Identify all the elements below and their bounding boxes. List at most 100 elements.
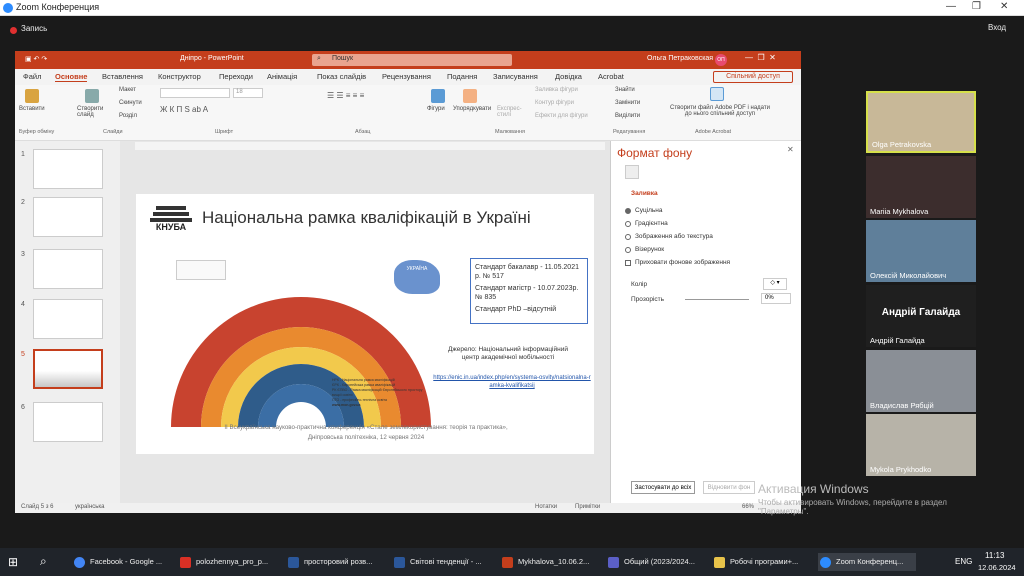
- tab-transitions[interactable]: Переходи: [219, 72, 253, 81]
- apply-to-all-button[interactable]: Застосувати до всіх: [631, 481, 695, 494]
- tab-acrobat[interactable]: Acrobat: [598, 72, 624, 81]
- tab-home[interactable]: Основне: [55, 72, 88, 82]
- tab-design[interactable]: Конструктор: [158, 72, 201, 81]
- shape-fill-button[interactable]: Заливка фігури: [535, 87, 578, 93]
- logo-text: КНУБА: [155, 222, 187, 232]
- record-label[interactable]: Запись: [21, 24, 47, 33]
- taskbar-item[interactable]: Світові тенденції - ...: [392, 553, 490, 571]
- font-size-select[interactable]: 18: [233, 88, 263, 98]
- select-button[interactable]: Виділити: [615, 113, 640, 119]
- fill-tab-icon[interactable]: [625, 165, 639, 179]
- layout-button[interactable]: Макет: [119, 87, 136, 93]
- windows-start-icon[interactable]: ⊞: [8, 555, 18, 569]
- reset-background-button[interactable]: Відновити фон: [703, 481, 755, 494]
- transparency-slider[interactable]: [685, 299, 749, 300]
- tab-help[interactable]: Довідка: [555, 72, 582, 81]
- search-box[interactable]: ⌕ Пошук: [312, 54, 512, 66]
- tab-review[interactable]: Рецензування: [382, 72, 431, 81]
- radio-solid[interactable]: [625, 208, 631, 214]
- participant-tile[interactable]: Олексій Миколайович: [866, 220, 976, 282]
- tab-record[interactable]: Записування: [493, 72, 538, 81]
- zoom-level[interactable]: 66%: [742, 504, 754, 510]
- quick-styles-button[interactable]: Експрес-стилі: [497, 106, 525, 118]
- taskbar-item-active[interactable]: Zoom Конференц...: [818, 553, 916, 571]
- search-icon[interactable]: ⌕: [40, 554, 47, 569]
- taskbar-item[interactable]: Робочі програми+...: [712, 553, 810, 571]
- taskbar-item[interactable]: просторовий розв...: [286, 553, 384, 571]
- radio-pattern[interactable]: [625, 247, 631, 253]
- maximize-icon[interactable]: ❐: [972, 1, 981, 12]
- source-link[interactable]: https://enic.in.ua/index.php/en/systema-…: [432, 374, 592, 390]
- hide-background-checkbox[interactable]: [625, 260, 631, 266]
- master-standard: Стандарт магістр - 10.07.2023р. № 835: [475, 285, 579, 301]
- taskbar: ⊞ ⌕ Facebook - Google ... polozhennya_pr…: [0, 548, 1024, 576]
- close-icon[interactable]: ✕: [1000, 1, 1008, 12]
- option-solid: Суцільна: [635, 207, 663, 214]
- radio-picture[interactable]: [625, 234, 631, 240]
- pane-close-icon[interactable]: ✕: [787, 145, 794, 154]
- adobe-pdf-icon[interactable]: [710, 87, 724, 101]
- tab-animations[interactable]: Анімація: [267, 72, 297, 81]
- font-format-buttons[interactable]: Ж К П S ab A: [160, 105, 208, 114]
- new-slide-icon[interactable]: [85, 89, 99, 103]
- replace-button[interactable]: Замінити: [615, 100, 640, 106]
- slide-thumbnail[interactable]: [33, 249, 103, 289]
- language-indicator[interactable]: ENG: [955, 557, 972, 566]
- folder-icon: [714, 557, 725, 568]
- shapes-button[interactable]: Фігури: [427, 106, 445, 112]
- slide[interactable]: КНУБА Національна рамка кваліфікацій в У…: [136, 194, 594, 454]
- new-slide-button[interactable]: Створити слайд: [77, 106, 107, 118]
- shapes-icon[interactable]: [431, 89, 445, 103]
- participant-tile[interactable]: Mykola Prykhodko: [866, 414, 976, 476]
- section-button[interactable]: Розділ: [119, 113, 137, 119]
- clock-time[interactable]: 11:13: [985, 551, 1004, 560]
- slide-thumbnail-selected[interactable]: [33, 349, 103, 389]
- participant-tile[interactable]: Андрій Галайда Андрій Галайда: [866, 285, 976, 347]
- slide-thumbnail[interactable]: [33, 299, 103, 339]
- slide-thumbnail[interactable]: [33, 402, 103, 442]
- participant-tile[interactable]: Olga Petrakovska: [866, 91, 976, 153]
- zoom-window-title: Zoom Конференция: [16, 2, 100, 12]
- radio-gradient[interactable]: [625, 221, 631, 227]
- taskbar-item[interactable]: Facebook - Google ...: [72, 553, 170, 571]
- slide-thumbnail[interactable]: [33, 197, 103, 237]
- autosave-icon[interactable]: ▣ ↶ ↷: [25, 55, 47, 63]
- reset-button[interactable]: Скинути: [119, 100, 142, 106]
- font-name-select[interactable]: [160, 88, 230, 98]
- arrange-icon[interactable]: [463, 89, 477, 103]
- option-gradient: Градієнтна: [635, 220, 668, 227]
- slide-number: 6: [21, 404, 25, 411]
- tab-insert[interactable]: Вставлення: [102, 72, 143, 81]
- exit-button[interactable]: Вход: [988, 23, 1006, 32]
- taskbar-item[interactable]: Общий (2023/2024...: [606, 553, 704, 571]
- notes-button[interactable]: Нотатки: [535, 504, 557, 510]
- share-button[interactable]: Спільний доступ: [713, 71, 793, 83]
- language-status[interactable]: українська: [75, 504, 105, 510]
- paragraph-buttons[interactable]: ☰ ☰ ≡ ≡ ≡: [327, 91, 364, 100]
- participant-tile[interactable]: Mariia Mykhalova: [866, 156, 976, 218]
- minimize-icon[interactable]: —: [946, 1, 956, 12]
- transparency-value[interactable]: 0%: [761, 293, 791, 304]
- paste-icon[interactable]: [25, 89, 39, 103]
- shape-outline-button[interactable]: Контур фігури: [535, 100, 574, 106]
- taskbar-item[interactable]: polozhennya_pro_p...: [178, 553, 276, 571]
- clock-date[interactable]: 12.06.2024: [978, 563, 1016, 572]
- participant-name: Олексій Миколайович: [870, 271, 947, 280]
- find-button[interactable]: Знайти: [615, 87, 635, 93]
- tab-view[interactable]: Подання: [447, 72, 477, 81]
- fill-section-header[interactable]: Заливка: [631, 190, 658, 197]
- paste-button[interactable]: Вставити: [19, 106, 45, 112]
- tab-file[interactable]: Файл: [23, 72, 41, 81]
- shape-effects-button[interactable]: Ефекти для фігури: [535, 113, 588, 119]
- color-picker[interactable]: ◇ ▾: [763, 278, 787, 290]
- arrange-button[interactable]: Упорядкувати: [453, 106, 491, 112]
- participant-tile[interactable]: Владислав Рябцій: [866, 350, 976, 412]
- taskbar-item[interactable]: Mykhalova_10.06.2...: [500, 553, 598, 571]
- comments-button[interactable]: Примітки: [575, 504, 600, 510]
- slide-thumbnail[interactable]: [33, 149, 103, 189]
- create-pdf-button[interactable]: Створити файл Adobe PDF і надати до ньог…: [670, 105, 770, 117]
- ppt-window-controls[interactable]: — ❐ ✕: [745, 53, 776, 62]
- avatar[interactable]: ОП: [715, 54, 727, 66]
- ribbon-tabs: Файл Основне Вставлення Конструктор Пере…: [15, 69, 801, 85]
- tab-slideshow[interactable]: Показ слайдів: [317, 72, 366, 81]
